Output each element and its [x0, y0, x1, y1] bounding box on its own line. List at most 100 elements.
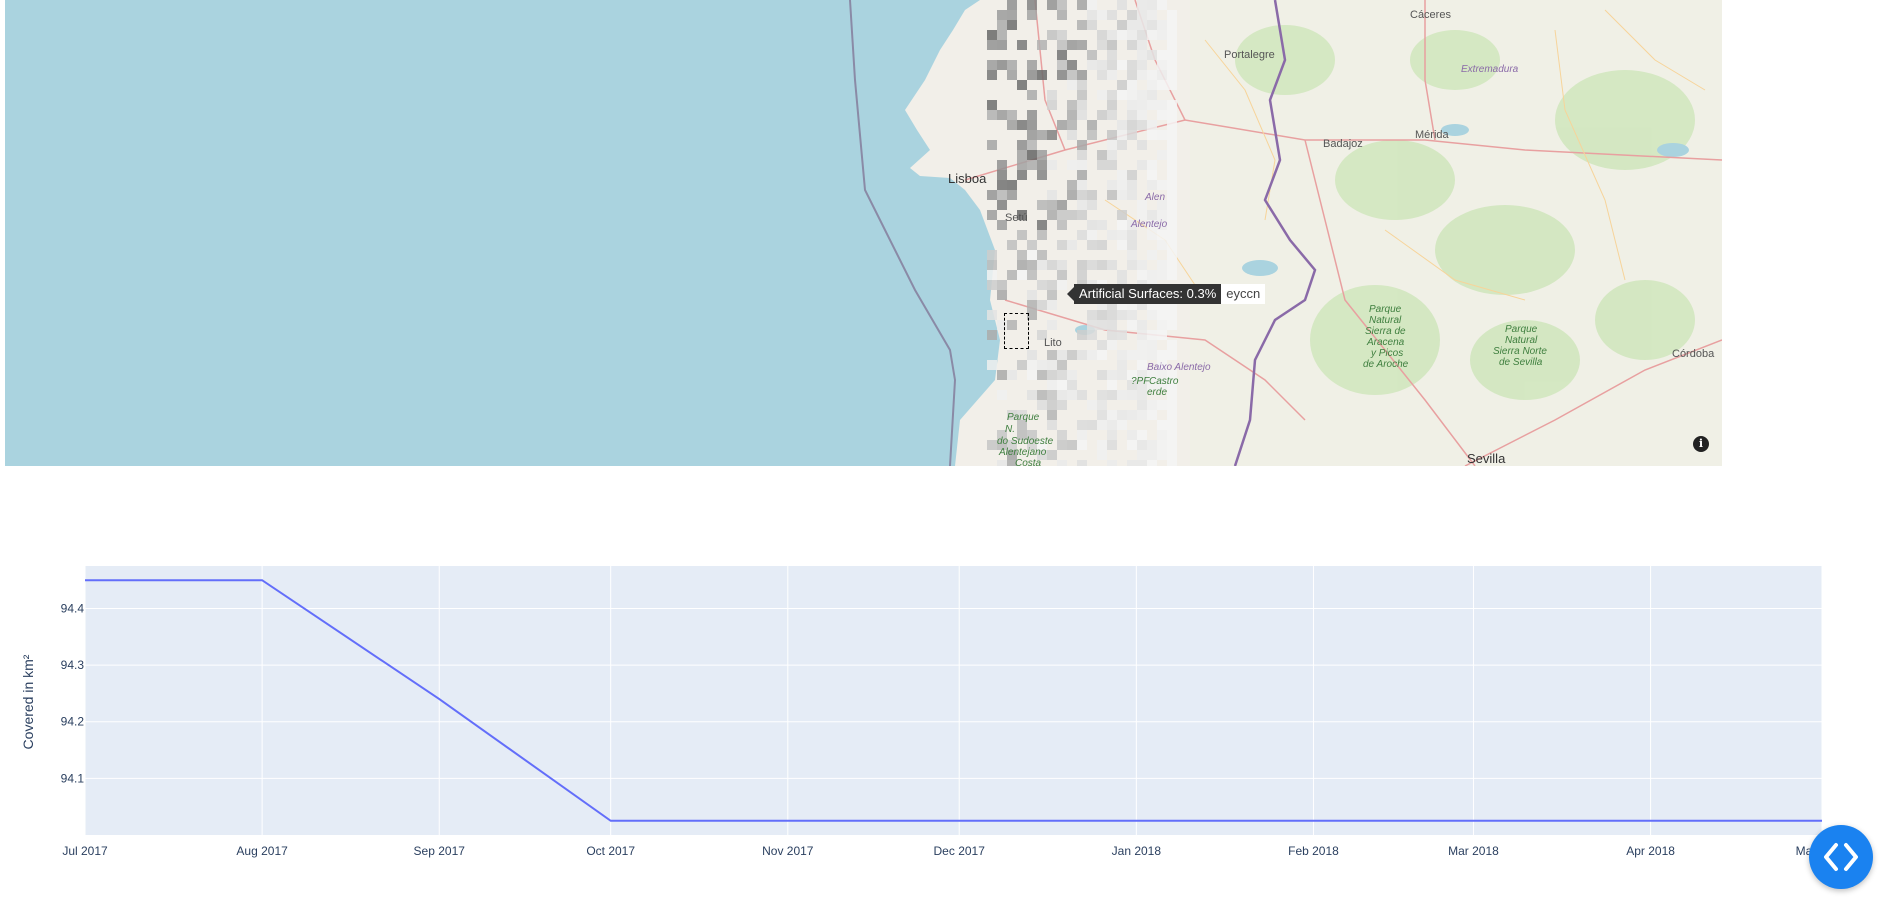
- heatmap-cell[interactable]: [1007, 0, 1017, 10]
- heatmap-cell[interactable]: [1077, 190, 1087, 200]
- heatmap-cell[interactable]: [1127, 60, 1137, 70]
- heatmap-cell[interactable]: [1167, 350, 1177, 360]
- heatmap-cell[interactable]: [1147, 340, 1157, 350]
- heatmap-cell[interactable]: [1077, 180, 1087, 190]
- heatmap-cell[interactable]: [1117, 420, 1127, 430]
- heatmap-cell[interactable]: [987, 70, 997, 80]
- heatmap-cell[interactable]: [987, 440, 997, 450]
- heatmap-cell[interactable]: [1077, 70, 1087, 80]
- heatmap-cell[interactable]: [1097, 40, 1107, 50]
- heatmap-cell[interactable]: [1017, 360, 1027, 370]
- heatmap-cell[interactable]: [1107, 260, 1117, 270]
- heatmap-cell[interactable]: [1037, 220, 1047, 230]
- heatmap-cell[interactable]: [1147, 180, 1157, 190]
- heatmap-cell[interactable]: [1037, 70, 1047, 80]
- heatmap-cell[interactable]: [1147, 50, 1157, 60]
- heatmap-cell[interactable]: [1077, 210, 1087, 220]
- heatmap-cell[interactable]: [1127, 440, 1137, 450]
- heatmap-cell[interactable]: [1097, 320, 1107, 330]
- heatmap-cell[interactable]: [1037, 230, 1047, 240]
- heatmap-cell[interactable]: [1117, 30, 1127, 40]
- heatmap-cell[interactable]: [1047, 350, 1057, 360]
- heatmap-cell[interactable]: [1157, 70, 1167, 80]
- plot-area[interactable]: [85, 566, 1822, 835]
- heatmap-cell[interactable]: [1167, 130, 1177, 140]
- heatmap-cell[interactable]: [1107, 380, 1117, 390]
- heatmap-cell[interactable]: [1157, 430, 1167, 440]
- heatmap-cell[interactable]: [1167, 200, 1177, 210]
- heatmap-cell[interactable]: [1127, 10, 1137, 20]
- heatmap-cell[interactable]: [1107, 40, 1117, 50]
- heatmap-cell[interactable]: [1067, 380, 1077, 390]
- heatmap-cell[interactable]: [1117, 170, 1127, 180]
- heatmap-cell[interactable]: [1127, 430, 1137, 440]
- heatmap-cell[interactable]: [1047, 320, 1057, 330]
- heatmap-cell[interactable]: [1127, 30, 1137, 40]
- heatmap-cell[interactable]: [1167, 110, 1177, 120]
- heatmap-cell[interactable]: [1027, 160, 1037, 170]
- heatmap-cell[interactable]: [1157, 420, 1167, 430]
- heatmap-cell[interactable]: [1087, 50, 1097, 60]
- heatmap-cell[interactable]: [1047, 200, 1057, 210]
- heatmap-cell[interactable]: [987, 310, 997, 320]
- heatmap-cell[interactable]: [1097, 350, 1107, 360]
- heatmap-cell[interactable]: [1147, 130, 1157, 140]
- heatmap-cell[interactable]: [1107, 100, 1117, 110]
- heatmap-cell[interactable]: [1087, 0, 1097, 10]
- heatmap-cell[interactable]: [1107, 420, 1117, 430]
- heatmap-cell[interactable]: [1057, 390, 1067, 400]
- heatmap-cell[interactable]: [1127, 250, 1137, 260]
- heatmap-cell[interactable]: [1147, 30, 1157, 40]
- heatmap-cell[interactable]: [1067, 180, 1077, 190]
- heatmap-cell[interactable]: [1067, 110, 1077, 120]
- heatmap-cell[interactable]: [1017, 160, 1027, 170]
- heatmap-cell[interactable]: [1117, 370, 1127, 380]
- heatmap-cell[interactable]: [1047, 450, 1057, 460]
- heatmap-cell[interactable]: [1107, 150, 1117, 160]
- heatmap-cell[interactable]: [1157, 30, 1167, 40]
- heatmap-cell[interactable]: [1097, 450, 1107, 460]
- heatmap-cell[interactable]: [1027, 290, 1037, 300]
- heatmap-cell[interactable]: [1047, 410, 1057, 420]
- heatmap-cell[interactable]: [1087, 260, 1097, 270]
- heatmap-cell[interactable]: [1137, 450, 1147, 460]
- heatmap-cell[interactable]: [1087, 120, 1097, 130]
- heatmap-cell[interactable]: [1107, 340, 1117, 350]
- heatmap-cell[interactable]: [1137, 20, 1147, 30]
- heatmap-cell[interactable]: [1147, 0, 1157, 10]
- heatmap-cell[interactable]: [1097, 260, 1107, 270]
- heatmap-cell[interactable]: [1087, 220, 1097, 230]
- heatmap-cell[interactable]: [987, 40, 997, 50]
- heatmap-cell[interactable]: [1077, 350, 1087, 360]
- heatmap-cell[interactable]: [1167, 220, 1177, 230]
- heatmap-cell[interactable]: [1097, 60, 1107, 70]
- heatmap-cell[interactable]: [1057, 350, 1067, 360]
- heatmap-cell[interactable]: [987, 60, 997, 70]
- heatmap-cell[interactable]: [1027, 60, 1037, 70]
- heatmap-cell[interactable]: [1027, 0, 1037, 10]
- heatmap-cell[interactable]: [1087, 400, 1097, 410]
- heatmap-cell[interactable]: [1127, 240, 1137, 250]
- heatmap-cell[interactable]: [1147, 250, 1157, 260]
- heatmap-cell[interactable]: [1077, 150, 1087, 160]
- heatmap-cell[interactable]: [1097, 220, 1107, 230]
- heatmap-cell[interactable]: [1157, 50, 1167, 60]
- heatmap-cell[interactable]: [1027, 240, 1037, 250]
- heatmap-cell[interactable]: [1147, 100, 1157, 110]
- heatmap-cell[interactable]: [1147, 330, 1157, 340]
- heatmap-cell[interactable]: [1097, 240, 1107, 250]
- heatmap-cell[interactable]: [1077, 390, 1087, 400]
- heatmap-cell[interactable]: [997, 30, 1007, 40]
- heatmap-cell[interactable]: [1037, 300, 1047, 310]
- heatmap-cell[interactable]: [1067, 40, 1077, 50]
- heatmap-cell[interactable]: [1127, 100, 1137, 110]
- heatmap-cell[interactable]: [1057, 0, 1067, 10]
- heatmap-cell[interactable]: [1047, 300, 1057, 310]
- heatmap-cell[interactable]: [1117, 210, 1127, 220]
- heatmap-cell[interactable]: [1017, 170, 1027, 180]
- heatmap-cell[interactable]: [1007, 60, 1017, 70]
- heatmap-cell[interactable]: [1047, 370, 1057, 380]
- heatmap-cell[interactable]: [1147, 20, 1157, 30]
- heatmap-cell[interactable]: [997, 370, 1007, 380]
- heatmap-cell[interactable]: [1167, 310, 1177, 320]
